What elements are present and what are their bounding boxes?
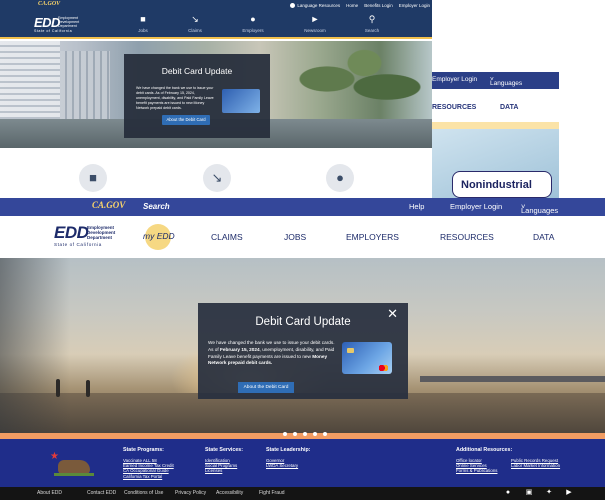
footer-link[interactable]: Licenses <box>205 468 243 473</box>
carousel-dot[interactable] <box>303 432 307 436</box>
middle-browser-window: Employer Login Languages ˅ RESOURCES DAT… <box>432 72 559 198</box>
utility-bar: CA.GOV Language Resources Home Benefits … <box>0 0 432 11</box>
hero-image: ✕ Debit Card Update We have changed the … <box>0 258 605 433</box>
main-nav: RESOURCES DATA <box>432 89 559 122</box>
main-nav: EDD Employment Development Department Stat… <box>0 11 432 39</box>
footer-additional-resources: Additional Resources: Office locator Onl… <box>456 447 513 474</box>
nav-claims[interactable]: ↘ Claims <box>175 15 215 37</box>
nav-claims[interactable]: CLAIMS <box>211 232 243 242</box>
main-nav: EDD Employment Development Department Stat… <box>0 216 605 258</box>
modal-title: Debit Card Update <box>255 316 351 328</box>
footer-state-leadership: State Leadership: Governor LWDA Secretar… <box>266 447 311 469</box>
site-footer: ★ State Programs: Vaccinate ALL 58 Earne… <box>0 439 605 487</box>
modal-text: We have changed the bank we use to issue… <box>208 340 335 366</box>
back-browser-window: CA.GOV Language Resources Home Benefits … <box>0 0 432 198</box>
front-browser-window: CA.GOV Search Help Employer Login Langua… <box>0 198 605 500</box>
youtube-icon[interactable]: ▶ <box>565 489 573 497</box>
about-debit-card-button[interactable]: About the Debit Card <box>238 382 294 393</box>
language-resources-link[interactable]: Language Resources <box>290 3 340 8</box>
utility-bar: CA.GOV Search Help Employer Login Langua… <box>0 198 605 216</box>
nav-search[interactable]: ⚲ Search <box>352 15 392 37</box>
fight-fraud-link[interactable]: Fight Fraud <box>259 490 285 496</box>
nav-employers[interactable]: ● Employers <box>233 15 273 37</box>
globe-icon <box>290 3 296 8</box>
help-link[interactable]: Help <box>409 202 424 211</box>
footer-link[interactable]: California Tax Portal <box>123 474 174 479</box>
about-debit-card-button[interactable]: About the Debit Card <box>162 115 210 125</box>
footer-link[interactable]: LWDA Secretary <box>266 463 310 468</box>
footer-link[interactable]: CA Occupational Guide <box>123 468 174 473</box>
about-edd-link[interactable]: About EDD <box>37 490 62 496</box>
screenshot-root: CA.GOV Language Resources Home Benefits … <box>0 0 605 500</box>
home-link[interactable]: Home <box>346 3 358 8</box>
footer-link[interactable]: Labor Market Information <box>511 463 560 468</box>
nav-my-edd[interactable]: my EDD <box>143 231 175 241</box>
footer-additional-resources-2: Public Records Request Labor Market Info… <box>511 458 560 468</box>
debit-card-modal: ✕ Debit Card Update We have changed the … <box>198 303 408 399</box>
edd-logo[interactable]: EDD Employment Development Department Stat… <box>34 15 86 35</box>
person-silhouette <box>86 380 90 397</box>
carousel-dot[interactable] <box>323 432 327 436</box>
nav-employers[interactable]: EMPLOYERS <box>346 232 399 242</box>
conditions-of-use-link[interactable]: Conditions of Use <box>124 490 163 496</box>
privacy-policy-link[interactable]: Privacy Policy <box>175 490 206 496</box>
accessibility-link[interactable]: Accessibility <box>216 490 243 496</box>
debit-card-image <box>342 342 392 374</box>
facebook-icon[interactable]: ● <box>504 489 512 497</box>
contact-edd-link[interactable]: Contact EDD <box>87 490 116 496</box>
languages-menu[interactable]: Languages ˅ <box>490 76 522 87</box>
footer-link[interactable]: Forms & Publications <box>456 468 512 473</box>
briefcase-icon[interactable]: ■ <box>79 164 107 192</box>
people-icon: ● <box>250 14 256 24</box>
claims-icon[interactable]: ↘ <box>203 164 231 192</box>
nonindustrial-button[interactable]: Nonindustrial <box>452 171 552 198</box>
california-bear-icon: ★ <box>50 452 94 476</box>
briefcase-icon: ■ <box>140 14 146 24</box>
megaphone-icon: ► <box>310 14 320 24</box>
search-icon: ⚲ <box>368 14 376 24</box>
footer-state-programs: State Programs: Vaccinate ALL 58 Earned … <box>123 447 174 479</box>
modal-title: Debit Card Update <box>161 66 233 76</box>
nav-jobs[interactable]: ■ Jobs <box>123 15 163 37</box>
nav-resources[interactable]: RESOURCES <box>432 104 476 111</box>
employer-login-link[interactable]: Employer Login <box>399 3 430 8</box>
employer-login-link[interactable]: Employer Login <box>432 76 477 83</box>
hero-image: Debit Card Update We have changed the ba… <box>0 41 432 148</box>
languages-menu[interactable]: Languages ˅ <box>521 202 558 215</box>
nav-newsroom[interactable]: ► Newsroom <box>295 15 335 37</box>
nav-resources[interactable]: RESOURCES <box>440 232 494 242</box>
carousel-dot[interactable] <box>283 432 287 436</box>
twitter-icon[interactable]: ✦ <box>545 489 553 497</box>
bottom-bar: About EDD Contact EDD Conditions of Use … <box>0 487 605 500</box>
benefits-login-link[interactable]: Benefits Login <box>364 3 393 8</box>
person-silhouette <box>56 379 60 397</box>
nav-data[interactable]: DATA <box>500 104 518 111</box>
footer-state-services: State Services: Identification Social Pr… <box>205 447 243 474</box>
claims-icon: ↘ <box>191 14 199 24</box>
ca-gov-logo[interactable]: CA.GOV <box>38 1 60 10</box>
carousel-dot[interactable] <box>313 432 317 436</box>
carousel-dot[interactable] <box>293 432 297 436</box>
utility-bar: Employer Login Languages ˅ <box>432 72 559 89</box>
people-icon[interactable]: ● <box>326 164 354 192</box>
mastercard-icon <box>379 365 388 371</box>
modal-text: We have changed the bank we use to issue… <box>136 86 214 110</box>
instagram-icon[interactable]: ▣ <box>525 489 533 497</box>
nav-data[interactable]: DATA <box>533 232 554 242</box>
edd-logo[interactable]: EDD Employment Development Department Stat… <box>54 223 118 249</box>
employer-login-link[interactable]: Employer Login <box>450 202 502 211</box>
nav-jobs[interactable]: JOBS <box>284 232 306 242</box>
search-link[interactable]: Search <box>143 202 170 211</box>
accent-strip <box>432 122 559 129</box>
ca-gov-logo[interactable]: CA.GOV <box>92 200 125 210</box>
debit-card-image <box>222 89 260 113</box>
debit-card-modal: Debit Card Update We have changed the ba… <box>124 54 270 138</box>
